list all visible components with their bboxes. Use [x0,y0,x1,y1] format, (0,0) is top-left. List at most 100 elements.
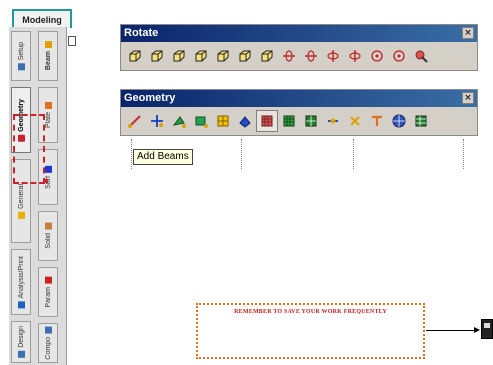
geometry-toolbar: Geometry × [120,89,478,136]
tab-compo-label: Compo [44,336,52,360]
add-beam-button[interactable] [124,110,146,132]
tab-design-label: Design [17,326,25,348]
merge-button[interactable] [344,110,366,132]
split-member-button[interactable] [322,110,344,132]
rotate-toolbar-titlebar[interactable]: Rotate × [121,25,477,42]
main-tab-column: Setup Geometry General Analysis/Print De… [9,27,33,365]
design-icon [17,350,25,358]
rotate-z-pos-button[interactable] [366,45,388,67]
page-control-panel: Setup Geometry General Analysis/Print De… [9,27,67,365]
analysis-icon [17,301,25,309]
param-icon [44,276,52,284]
tooltip: Add Beams [133,149,193,165]
window-edge-icon [68,36,76,46]
rotate-z-pos-icon [369,48,385,64]
rotate-view-4-button[interactable] [190,45,212,67]
rotate-view-5-icon [215,48,231,64]
rotate-view-3-icon [171,48,187,64]
geometry-subtab-column: Beam Plate Surf Solid Param Compo [36,27,62,365]
add-solid-icon [215,113,231,129]
reminder-box: REMEMBER TO SAVE YOUR WORK FREQUENTLY [196,303,425,359]
tab-modeling[interactable]: Modeling [12,9,72,28]
add-surface-icon [193,113,209,129]
tab-setup[interactable]: Setup [11,31,31,81]
rotate-z-neg-button[interactable] [388,45,410,67]
tab-beam-label: Beam [44,51,52,71]
rotate-view-6-button[interactable] [234,45,256,67]
compo-icon [44,326,52,334]
translational-repeat-button[interactable] [366,110,388,132]
rotate-x-neg-button[interactable] [300,45,322,67]
rotate-view-2-icon [149,48,165,64]
arrow-line [426,330,476,331]
rotate-view-2-button[interactable] [146,45,168,67]
add-node-button[interactable] [146,110,168,132]
reminder-text: REMEMBER TO SAVE YOUR WORK FREQUENTLY [234,309,387,315]
add-beam-icon [127,113,143,129]
rotate-toolbar: Rotate × [120,24,478,71]
snap-grid-icon [237,113,253,129]
rotate-z-neg-icon [391,48,407,64]
rotate-view-1-icon [127,48,143,64]
rotate-x-neg-icon [303,48,319,64]
tab-analysis-print[interactable]: Analysis/Print [11,249,31,315]
plate-icon [44,102,52,110]
rotate-view-7-icon [259,48,275,64]
rotate-toolbar-title: Rotate [124,27,159,39]
rotate-view-4-icon [193,48,209,64]
translational-repeat-icon [369,113,385,129]
rotate-y-neg-button[interactable] [344,45,366,67]
tab-design[interactable]: Design [11,321,31,363]
add-node-icon [149,113,165,129]
guide-line [131,139,132,169]
rotate-y-pos-button[interactable] [322,45,344,67]
add-surface-button[interactable] [190,110,212,132]
highlight-marker [44,179,48,183]
rotate-x-pos-button[interactable] [278,45,300,67]
solid-icon [44,223,52,231]
add-solid-button[interactable] [212,110,234,132]
generate-plate-mesh-button[interactable] [256,110,278,132]
tab-param[interactable]: Param [38,267,58,317]
circular-repeat-icon [391,113,407,129]
rotate-view-7-button[interactable] [256,45,278,67]
geometry-toolbar-title: Geometry [124,92,176,104]
guide-line [241,139,242,169]
generate-surface-mesh-icon [281,113,297,129]
geometry-tab-highlight [13,114,45,184]
tab-beam[interactable]: Beam [38,31,58,81]
tab-solid[interactable]: Solid [38,211,58,261]
rotate-view-3-button[interactable] [168,45,190,67]
close-icon[interactable]: × [462,92,474,104]
tab-param-label: Param [44,286,52,308]
dynamic-rotate-icon [413,48,429,64]
tab-solid-label: Solid [44,233,52,249]
mirror-button[interactable] [410,110,432,132]
generate-plate-mesh-icon [259,113,275,129]
mirror-icon [413,113,429,129]
surface-icon [44,165,52,173]
rotate-x-pos-icon [281,48,297,64]
guide-line [463,139,464,169]
circular-repeat-button[interactable] [388,110,410,132]
rotate-view-1-button[interactable] [124,45,146,67]
geometry-toolbar-titlebar[interactable]: Geometry × [121,90,477,107]
tab-analysis-print-label: Analysis/Print [17,255,25,299]
add-plate-button[interactable] [168,110,190,132]
rotate-view-6-icon [237,48,253,64]
close-icon[interactable]: × [462,27,474,39]
save-icon[interactable] [481,319,493,339]
generate-solid-mesh-icon [303,113,319,129]
dynamic-rotate-button[interactable] [410,45,432,67]
general-icon [17,211,25,219]
tab-setup-label: Setup [17,41,25,61]
tab-plate-label: Plate [44,112,52,128]
rotate-view-5-button[interactable] [212,45,234,67]
tab-compo[interactable]: Compo [38,323,58,363]
tab-general-label: General [17,183,25,209]
snap-grid-button[interactable] [234,110,256,132]
generate-surface-mesh-button[interactable] [278,110,300,132]
merge-icon [347,113,363,129]
generate-solid-mesh-button[interactable] [300,110,322,132]
rotate-y-neg-icon [347,48,363,64]
